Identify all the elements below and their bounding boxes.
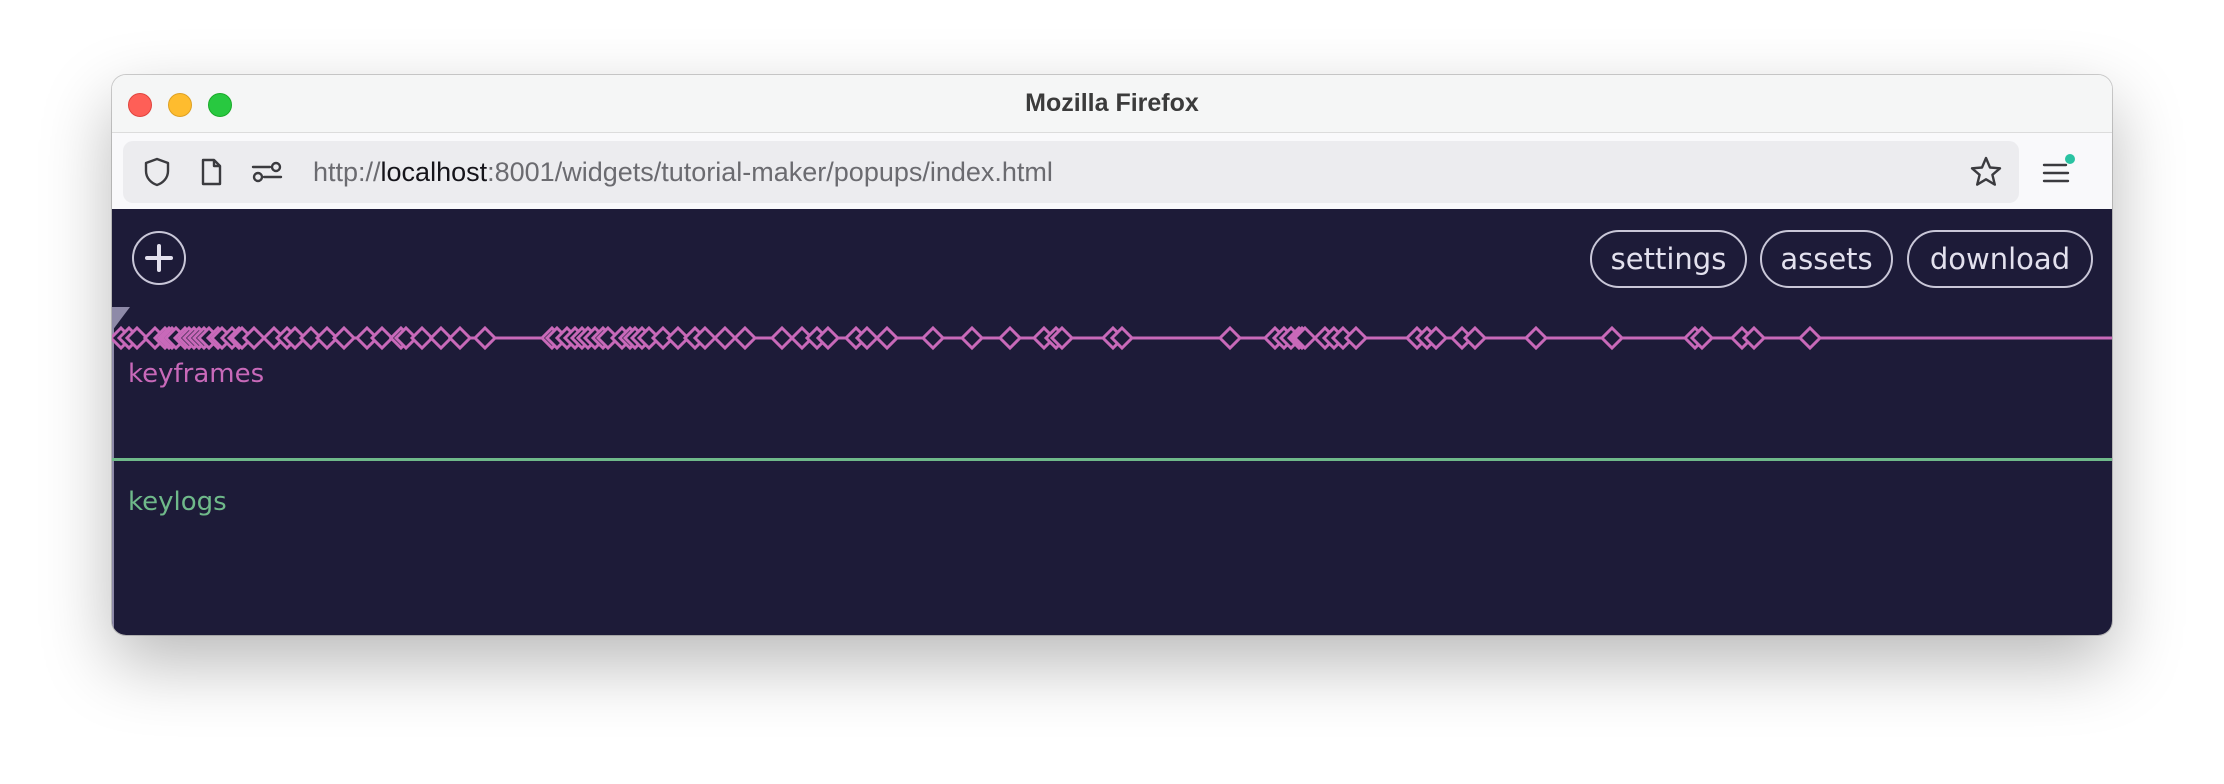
keyframe-marker[interactable]	[769, 325, 795, 351]
keyframes-label: keyframes	[128, 359, 265, 389]
keyframe-marker[interactable]	[959, 325, 985, 351]
url-host: localhost	[380, 157, 488, 187]
keylogs-label: keylogs	[128, 487, 227, 517]
browser-window: Mozilla Firefox http://localhost:8001/wi…	[112, 75, 2112, 635]
app-menu-button[interactable]	[2038, 153, 2078, 193]
shield-icon[interactable]	[139, 154, 175, 190]
assets-button[interactable]: assets	[1760, 230, 1893, 288]
keyframe-marker[interactable]	[1797, 325, 1823, 351]
keyframe-marker[interactable]	[712, 325, 738, 351]
settings-button[interactable]: settings	[1590, 230, 1747, 288]
keyframe-marker[interactable]	[1462, 325, 1488, 351]
keyframe-marker[interactable]	[1599, 325, 1625, 351]
bookmark-star-icon[interactable]	[1968, 154, 2004, 190]
keyframes-track[interactable]	[112, 313, 2112, 363]
keyframe-marker[interactable]	[1217, 325, 1243, 351]
add-button[interactable]	[132, 231, 186, 285]
keyframe-marker[interactable]	[472, 325, 498, 351]
keyframe-marker[interactable]	[874, 325, 900, 351]
permissions-icon[interactable]	[249, 154, 285, 190]
window-title: Mozilla Firefox	[1025, 89, 1199, 117]
url-scheme: http://	[313, 157, 381, 187]
page-info-icon[interactable]	[193, 154, 229, 190]
download-button[interactable]: download	[1907, 230, 2093, 288]
title-bar: Mozilla Firefox	[112, 75, 2112, 132]
keyframe-marker[interactable]	[1343, 325, 1369, 351]
url-path: :8001/widgets/tutorial-maker/popups/inde…	[487, 157, 1053, 187]
timeline-app: settings assets download keyframes keylo…	[112, 209, 2112, 635]
hamburger-menu-icon	[2042, 154, 2075, 183]
track-divider	[112, 458, 2112, 461]
keyframe-marker[interactable]	[331, 325, 357, 351]
keyframe-marker[interactable]	[447, 325, 473, 351]
url-bar[interactable]: http://localhost:8001/widgets/tutorial-m…	[123, 141, 2019, 203]
plus-icon	[145, 244, 173, 272]
keyframe-marker[interactable]	[920, 325, 946, 351]
url-input[interactable]: http://localhost:8001/widgets/tutorial-m…	[313, 157, 1053, 188]
keyframe-marker[interactable]	[732, 325, 758, 351]
keyframe-marker[interactable]	[997, 325, 1023, 351]
navigation-bar: http://localhost:8001/widgets/tutorial-m…	[112, 132, 2112, 209]
keyframe-marker[interactable]	[1523, 325, 1549, 351]
